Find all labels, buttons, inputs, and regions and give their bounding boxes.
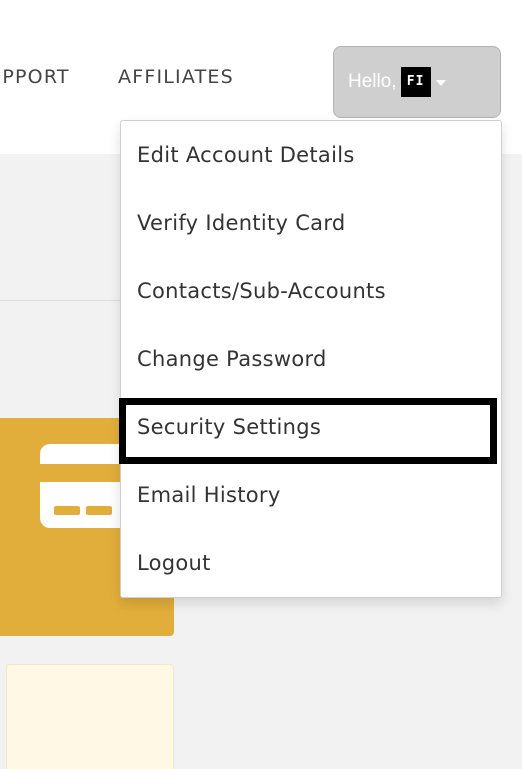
menu-item-logout[interactable]: Logout [137, 543, 211, 583]
menu-item-contacts-sub-accounts[interactable]: Contacts/Sub-Accounts [137, 271, 386, 311]
credit-card-icon-detail [54, 506, 80, 515]
user-menu-button[interactable]: Hello, FI [333, 46, 501, 118]
page: SUPPORT AFFILIATES Hello, FI Edit Accoun… [0, 0, 522, 769]
divider [0, 300, 130, 301]
menu-item-edit-account-details[interactable]: Edit Account Details [137, 135, 355, 175]
avatar: FI [400, 67, 431, 97]
user-dropdown-menu: Edit Account Details Verify Identity Car… [120, 120, 502, 598]
menu-item-verify-identity-card[interactable]: Verify Identity Card [137, 203, 346, 243]
highlight-box-security-settings [119, 398, 497, 464]
nav-link-support[interactable]: SUPPORT [0, 66, 70, 88]
menu-item-email-history[interactable]: Email History [137, 475, 281, 515]
credit-card-icon-detail [86, 506, 112, 515]
chevron-down-icon [435, 80, 446, 86]
info-card [6, 664, 174, 769]
menu-item-change-password[interactable]: Change Password [137, 339, 327, 379]
nav-link-affiliates[interactable]: AFFILIATES [118, 66, 234, 88]
user-greeting: Hello, [348, 71, 397, 92]
